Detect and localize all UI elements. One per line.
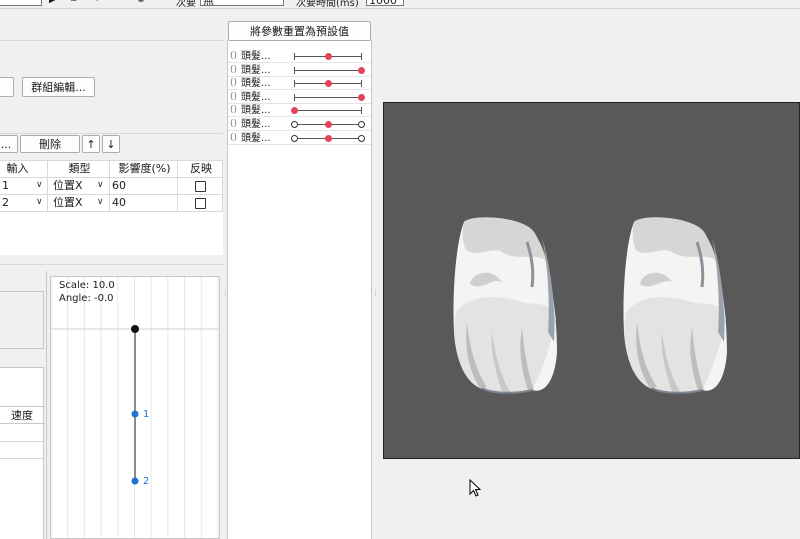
param-row[interactable]: () 頭髮...	[228, 63, 371, 77]
drag-handle-icon[interactable]: ()	[230, 105, 237, 115]
divider	[0, 441, 45, 442]
graph-canvas[interactable]	[51, 277, 220, 539]
slider-min-tick	[294, 53, 295, 60]
angle-readout: Angle: -0.0	[59, 293, 114, 304]
move-down-button[interactable]: ↓	[102, 135, 120, 153]
divider	[0, 264, 223, 265]
top-input2-field[interactable]: 1000	[366, 0, 404, 7]
point-2-label: 2	[143, 476, 150, 487]
scale-readout: Scale: 10.0	[59, 280, 115, 291]
speed-header: 速度	[0, 406, 45, 424]
slider-min-tick	[294, 66, 295, 74]
chevron-down-icon[interactable]: ∨	[36, 197, 43, 207]
redo-icon[interactable]: ↻	[93, 0, 101, 4]
slider-min-tick	[294, 93, 295, 101]
delete-button[interactable]: 刪除	[20, 135, 80, 153]
influence-value[interactable]: 40	[110, 195, 178, 212]
param-label: 頭髮...	[241, 51, 271, 62]
slider-max-tick	[361, 80, 362, 88]
reset-params-button[interactable]: 將參數重置為預設值	[228, 21, 371, 41]
top-left-field[interactable]	[0, 0, 42, 6]
chevron-down-icon[interactable]: ∨	[36, 180, 43, 190]
left-edge-button[interactable]	[0, 77, 14, 97]
splitter-handle[interactable]: ⋮	[372, 290, 379, 302]
param-slider-knob[interactable]	[291, 107, 298, 115]
influence-value[interactable]: 60	[110, 178, 178, 195]
slider-min-knob[interactable]	[291, 134, 298, 142]
chain-node-2	[131, 477, 139, 485]
divider	[0, 133, 223, 134]
step-icon[interactable]: ⊿	[70, 0, 78, 4]
column-header-reflect: 反映	[178, 161, 223, 178]
cursor-icon	[469, 479, 481, 497]
param-row[interactable]: () 頭髮...	[228, 104, 371, 118]
right-hair-part	[621, 215, 729, 395]
column-header-input: 輸入	[0, 161, 48, 178]
param-label: 頭髮...	[241, 91, 271, 103]
param-label: 頭髮...	[241, 132, 271, 144]
root-node	[131, 325, 139, 333]
param-label: 頭髮...	[241, 119, 271, 130]
param-slider-knob[interactable]	[358, 66, 365, 74]
slider-max-tick	[361, 107, 362, 115]
drag-handle-icon[interactable]: ()	[230, 51, 237, 61]
play-icon[interactable]: ▶	[49, 0, 57, 5]
param-slider-track[interactable]	[294, 110, 362, 112]
splitter[interactable]	[46, 271, 47, 539]
drag-handle-icon[interactable]: ()	[230, 65, 237, 75]
reflect-checkbox[interactable]	[195, 198, 206, 209]
chain-node-1	[131, 410, 139, 418]
param-row[interactable]: () 頭髮...	[228, 77, 371, 91]
param-slider-knob[interactable]	[324, 134, 332, 142]
drag-handle-icon[interactable]: ()	[230, 119, 237, 129]
param-slider-knob[interactable]	[324, 80, 332, 88]
column-header-type: 類型	[48, 161, 110, 178]
drag-handle-icon[interactable]: ()	[230, 133, 237, 143]
param-slider-knob[interactable]	[324, 53, 332, 60]
top-input1-label: 次要	[176, 0, 196, 9]
more-button[interactable]: ...	[0, 135, 18, 153]
top-input2-label: 次要時間(ms)	[296, 0, 359, 9]
group-edit-button[interactable]: 群組編輯...	[22, 77, 95, 97]
drag-handle-icon[interactable]: ()	[230, 92, 237, 102]
slider-min-knob[interactable]	[291, 121, 298, 128]
slider-max-tick	[361, 53, 362, 60]
record-icon[interactable]: ◉	[137, 0, 145, 4]
param-label: 頭髮...	[241, 105, 271, 117]
slider-max-knob[interactable]	[358, 134, 365, 142]
chevron-down-icon[interactable]: ∨	[97, 180, 104, 190]
hair-preview	[451, 215, 729, 395]
divider	[0, 40, 223, 41]
param-slider-knob[interactable]	[358, 93, 365, 101]
column-header-influence: 影響度(%)	[110, 161, 178, 178]
param-row[interactable]: () 頭髮...	[228, 90, 371, 104]
lower-left-list: 速度	[0, 367, 45, 539]
physics-graph[interactable]: Scale: 10.0 Angle: -0.0 1 2	[50, 276, 220, 539]
slider-max-knob[interactable]	[358, 121, 365, 128]
divider	[0, 458, 45, 459]
param-label: 頭髮...	[241, 78, 271, 90]
lower-left-box	[0, 291, 44, 349]
input-table: 輸入 類型 影響度(%) 反映 1 ∨ 位置X ∨ 60 2 ∨ 位置X ∨ 4…	[0, 160, 223, 255]
model-canvas[interactable]	[383, 102, 800, 459]
param-slider-knob[interactable]	[324, 121, 332, 128]
chevron-down-icon[interactable]: ∨	[97, 197, 104, 207]
param-row[interactable]: () 頭髮...	[228, 118, 371, 131]
loop-icon[interactable]: ∞	[114, 0, 122, 4]
param-row[interactable]: () 頭髮...	[228, 50, 371, 63]
top-input1-field[interactable]: 無	[200, 0, 284, 7]
left-hair-part	[451, 215, 559, 395]
move-up-button[interactable]: ↑	[82, 135, 100, 153]
param-row[interactable]: () 頭髮...	[228, 131, 371, 145]
point-1-label: 1	[143, 409, 150, 420]
param-slider-track[interactable]	[294, 96, 362, 98]
reflect-checkbox[interactable]	[195, 181, 206, 192]
drag-handle-icon[interactable]: ()	[230, 78, 237, 88]
param-label: 頭髮...	[241, 64, 271, 76]
param-slider-track[interactable]	[294, 69, 362, 71]
top-toolbar: ▶ ⊿ ↻ ∞ ◉ 次要 無 次要時間(ms) 1000	[0, 0, 800, 9]
slider-min-tick	[294, 80, 295, 88]
